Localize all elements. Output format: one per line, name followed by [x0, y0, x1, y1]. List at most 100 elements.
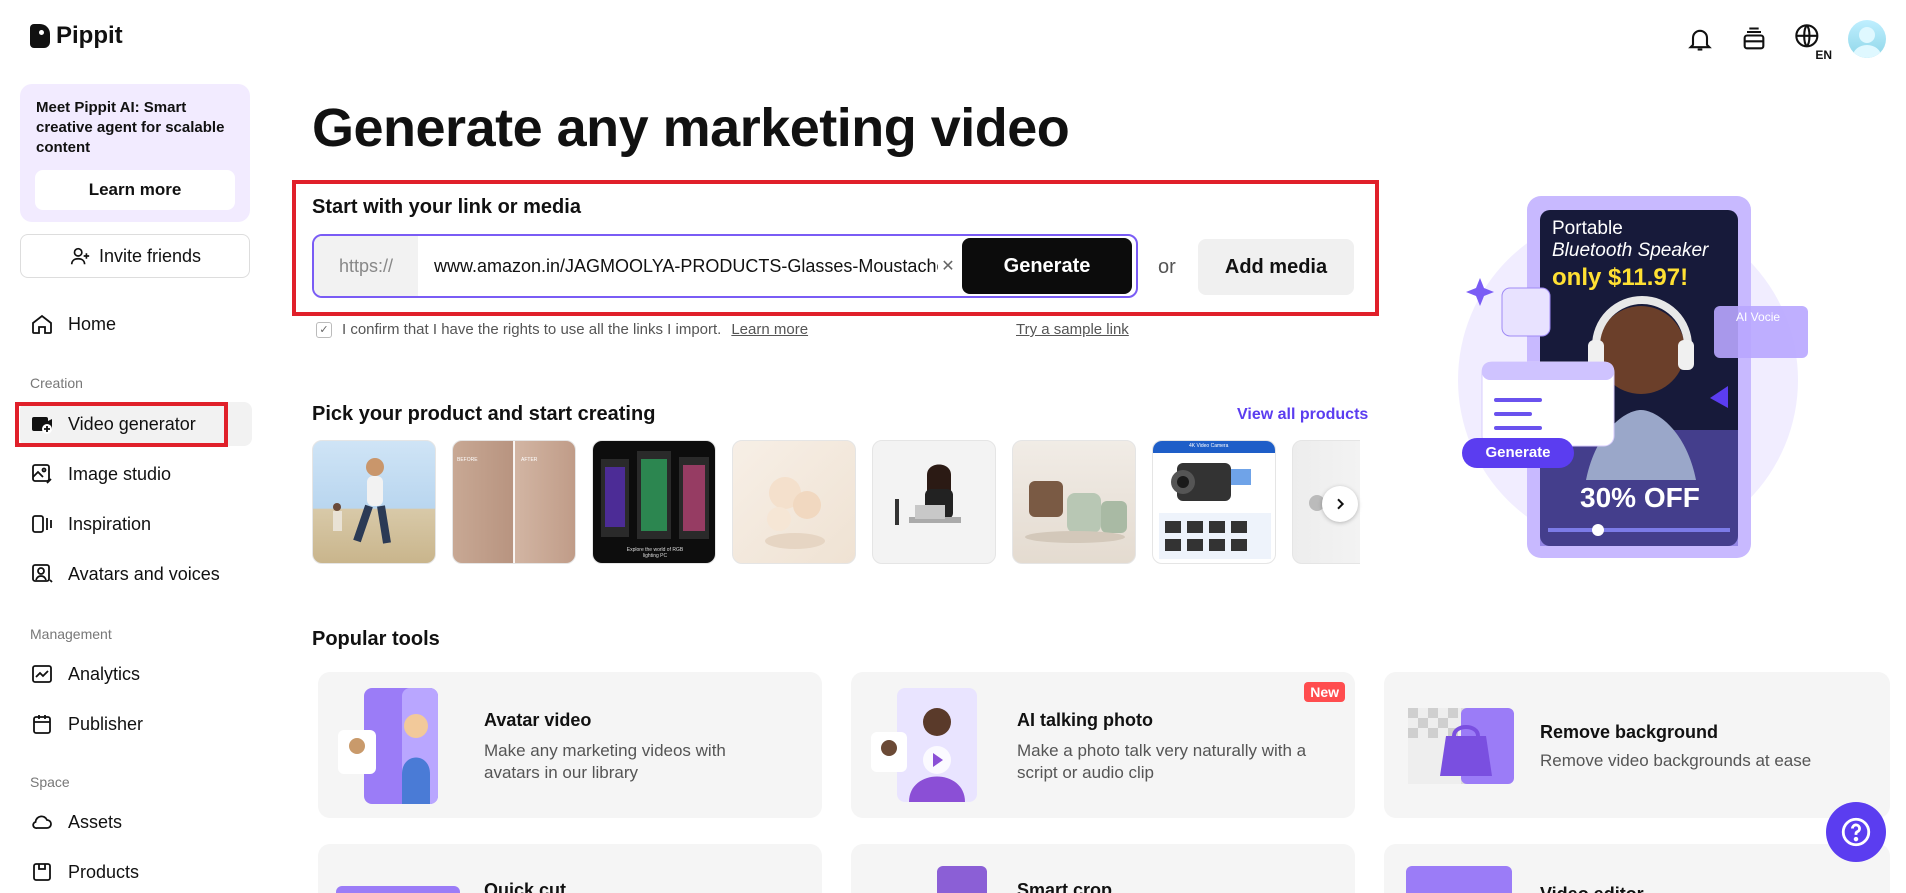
sidebar-item-inspiration[interactable]: Inspiration	[20, 502, 252, 546]
tool-card-avatar-video[interactable]: Avatar video Make any marketing videos w…	[318, 672, 822, 818]
popular-tools-title: Popular tools	[312, 628, 440, 650]
rights-confirm: ✓ I confirm that I have the rights to us…	[316, 321, 808, 338]
product-thumbnail[interactable]: 4K Video Camera	[1152, 440, 1276, 564]
confirm-learn-more-link[interactable]: Learn more	[731, 321, 808, 338]
tool-card-remove-background[interactable]: Remove background Remove video backgroun…	[1384, 672, 1890, 818]
image-edit-icon	[32, 464, 52, 484]
pick-product-title: Pick your product and start creating	[312, 403, 656, 425]
app-name: Pippit	[56, 22, 123, 49]
hero-line1: Portable	[1552, 218, 1623, 239]
url-prefix: https://	[314, 236, 418, 296]
video-generator-highlight	[15, 402, 228, 447]
tool-card-quick-cut[interactable]: Quick cut	[318, 844, 822, 893]
sidebar-item-avatars-voices[interactable]: Avatars and voices	[20, 552, 252, 596]
view-all-products-link[interactable]: View all products	[1237, 406, 1368, 424]
tool-card-ai-talking-photo[interactable]: New AI talking photo Make a photo talk v…	[851, 672, 1355, 818]
clear-icon[interactable]: ✕	[938, 256, 958, 276]
camera-caption: 4K Video Camera	[1189, 443, 1229, 449]
tool-description: Make a photo talk very naturally with a …	[1017, 741, 1307, 782]
product-thumbnail[interactable]	[872, 440, 996, 564]
product-thumbnail[interactable]	[1012, 440, 1136, 564]
confirm-text: I confirm that I have the rights to use …	[342, 321, 722, 338]
globe-icon	[1795, 23, 1819, 47]
before-label: BEFORE	[457, 457, 478, 463]
language-label: EN	[1815, 47, 1832, 62]
sidebar-item-label: Analytics	[68, 663, 141, 684]
sidebar-item-label: Publisher	[68, 713, 144, 734]
smart-crop-illustration	[937, 866, 987, 893]
help-button[interactable]	[1826, 802, 1886, 862]
avatar-icon	[32, 564, 53, 583]
avatar-video-illustration	[338, 688, 438, 804]
tool-card-smart-crop[interactable]: Smart crop	[851, 844, 1355, 893]
sidebar: Pippit Meet Pippit AI: Smart creative ag…	[0, 0, 268, 893]
sidebar-item-image-studio[interactable]: Image studio	[20, 452, 252, 496]
question-icon	[1841, 817, 1871, 847]
product-thumbnail[interactable]: BEFORE AFTER	[452, 440, 576, 564]
product-thumbnail[interactable]: Explore the world of RGB lighting PC	[592, 440, 716, 564]
section-creation: Creation	[30, 375, 83, 391]
sidebar-item-products[interactable]: Products	[20, 850, 252, 893]
hero-price: only $11.97!	[1552, 264, 1689, 291]
url-input-group: https:// www.amazon.in/JAGMOOLYA-PRODUCT…	[312, 234, 1138, 298]
after-label: AFTER	[521, 457, 538, 463]
invite-label: Invite friends	[98, 245, 202, 266]
next-products-button[interactable]	[1322, 486, 1358, 522]
logo[interactable]: Pippit	[30, 22, 123, 50]
chevron-right-icon	[1337, 498, 1345, 510]
user-avatar[interactable]	[1848, 20, 1886, 58]
tool-title: Quick cut	[484, 880, 567, 893]
hero-ai-voice: AI Vocie	[1736, 310, 1781, 324]
try-sample-link[interactable]: Try a sample link	[1016, 321, 1129, 338]
tool-title: Remove background	[1540, 722, 1719, 742]
tool-title: Avatar video	[484, 710, 592, 730]
sidebar-item-assets[interactable]: Assets	[20, 800, 252, 844]
hero-illustration: Portable Bluetooth Speaker only $11.97! …	[1428, 180, 1828, 570]
talking-photo-illustration	[871, 688, 977, 802]
language-selector[interactable]: EN	[1794, 23, 1832, 62]
sidebar-item-label: Image studio	[68, 463, 172, 484]
video-editor-illustration	[1406, 866, 1512, 893]
product-thumbnail[interactable]	[312, 440, 436, 564]
sidebar-item-label: Products	[68, 861, 140, 882]
promo-text: Meet Pippit AI: Smart creative agent for…	[36, 99, 225, 156]
or-label: or	[1158, 256, 1176, 278]
tool-title: Video editor	[1540, 884, 1644, 893]
sidebar-item-home[interactable]: Home	[20, 302, 252, 346]
generate-button[interactable]: Generate	[962, 238, 1132, 294]
sidebar-item-analytics[interactable]: Analytics	[20, 652, 252, 696]
quick-cut-illustration	[336, 886, 460, 893]
tool-card-video-editor[interactable]: Video editor	[1384, 844, 1890, 893]
tool-title: AI talking photo	[1017, 710, 1153, 730]
section-management: Management	[30, 626, 112, 642]
sidebar-item-label: Assets	[68, 811, 123, 832]
bell-icon[interactable]	[1686, 25, 1714, 53]
learn-more-button[interactable]: Learn more	[35, 170, 235, 210]
inspiration-icon	[32, 515, 52, 533]
beach-person-image	[333, 458, 391, 544]
calendar-icon	[33, 715, 51, 734]
sidebar-item-label: Inspiration	[68, 513, 152, 534]
wallet-icon[interactable]	[1740, 25, 1768, 53]
link-section-label: Start with your link or media	[312, 196, 581, 218]
confirm-checkbox[interactable]: ✓	[316, 321, 332, 338]
remove-bg-illustration	[1408, 708, 1514, 784]
promo-card: Meet Pippit AI: Smart creative agent for…	[20, 84, 250, 222]
sidebar-item-publisher[interactable]: Publisher	[20, 702, 252, 746]
hero-discount: 30% OFF	[1580, 482, 1700, 513]
tool-description: Make any marketing videos with avatars i…	[484, 741, 726, 782]
mugs-image	[1025, 481, 1127, 543]
top-bar: EN	[1686, 20, 1886, 62]
section-space: Space	[30, 774, 70, 790]
add-user-icon	[70, 247, 90, 265]
add-media-button[interactable]: Add media	[1198, 239, 1354, 295]
hero-line2: Bluetooth Speaker	[1552, 240, 1709, 261]
invite-friends-button[interactable]: Invite friends	[20, 234, 250, 278]
product-box-icon	[33, 863, 51, 881]
flowers-image	[765, 477, 825, 549]
page-title: Generate any marketing video	[312, 98, 1070, 158]
camera-kit-image	[1159, 463, 1271, 559]
tool-description: Remove video backgrounds at ease	[1540, 751, 1812, 770]
url-input[interactable]: www.amazon.in/JAGMOOLYA-PRODUCTS-Glasses…	[418, 256, 938, 277]
product-thumbnail[interactable]	[732, 440, 856, 564]
